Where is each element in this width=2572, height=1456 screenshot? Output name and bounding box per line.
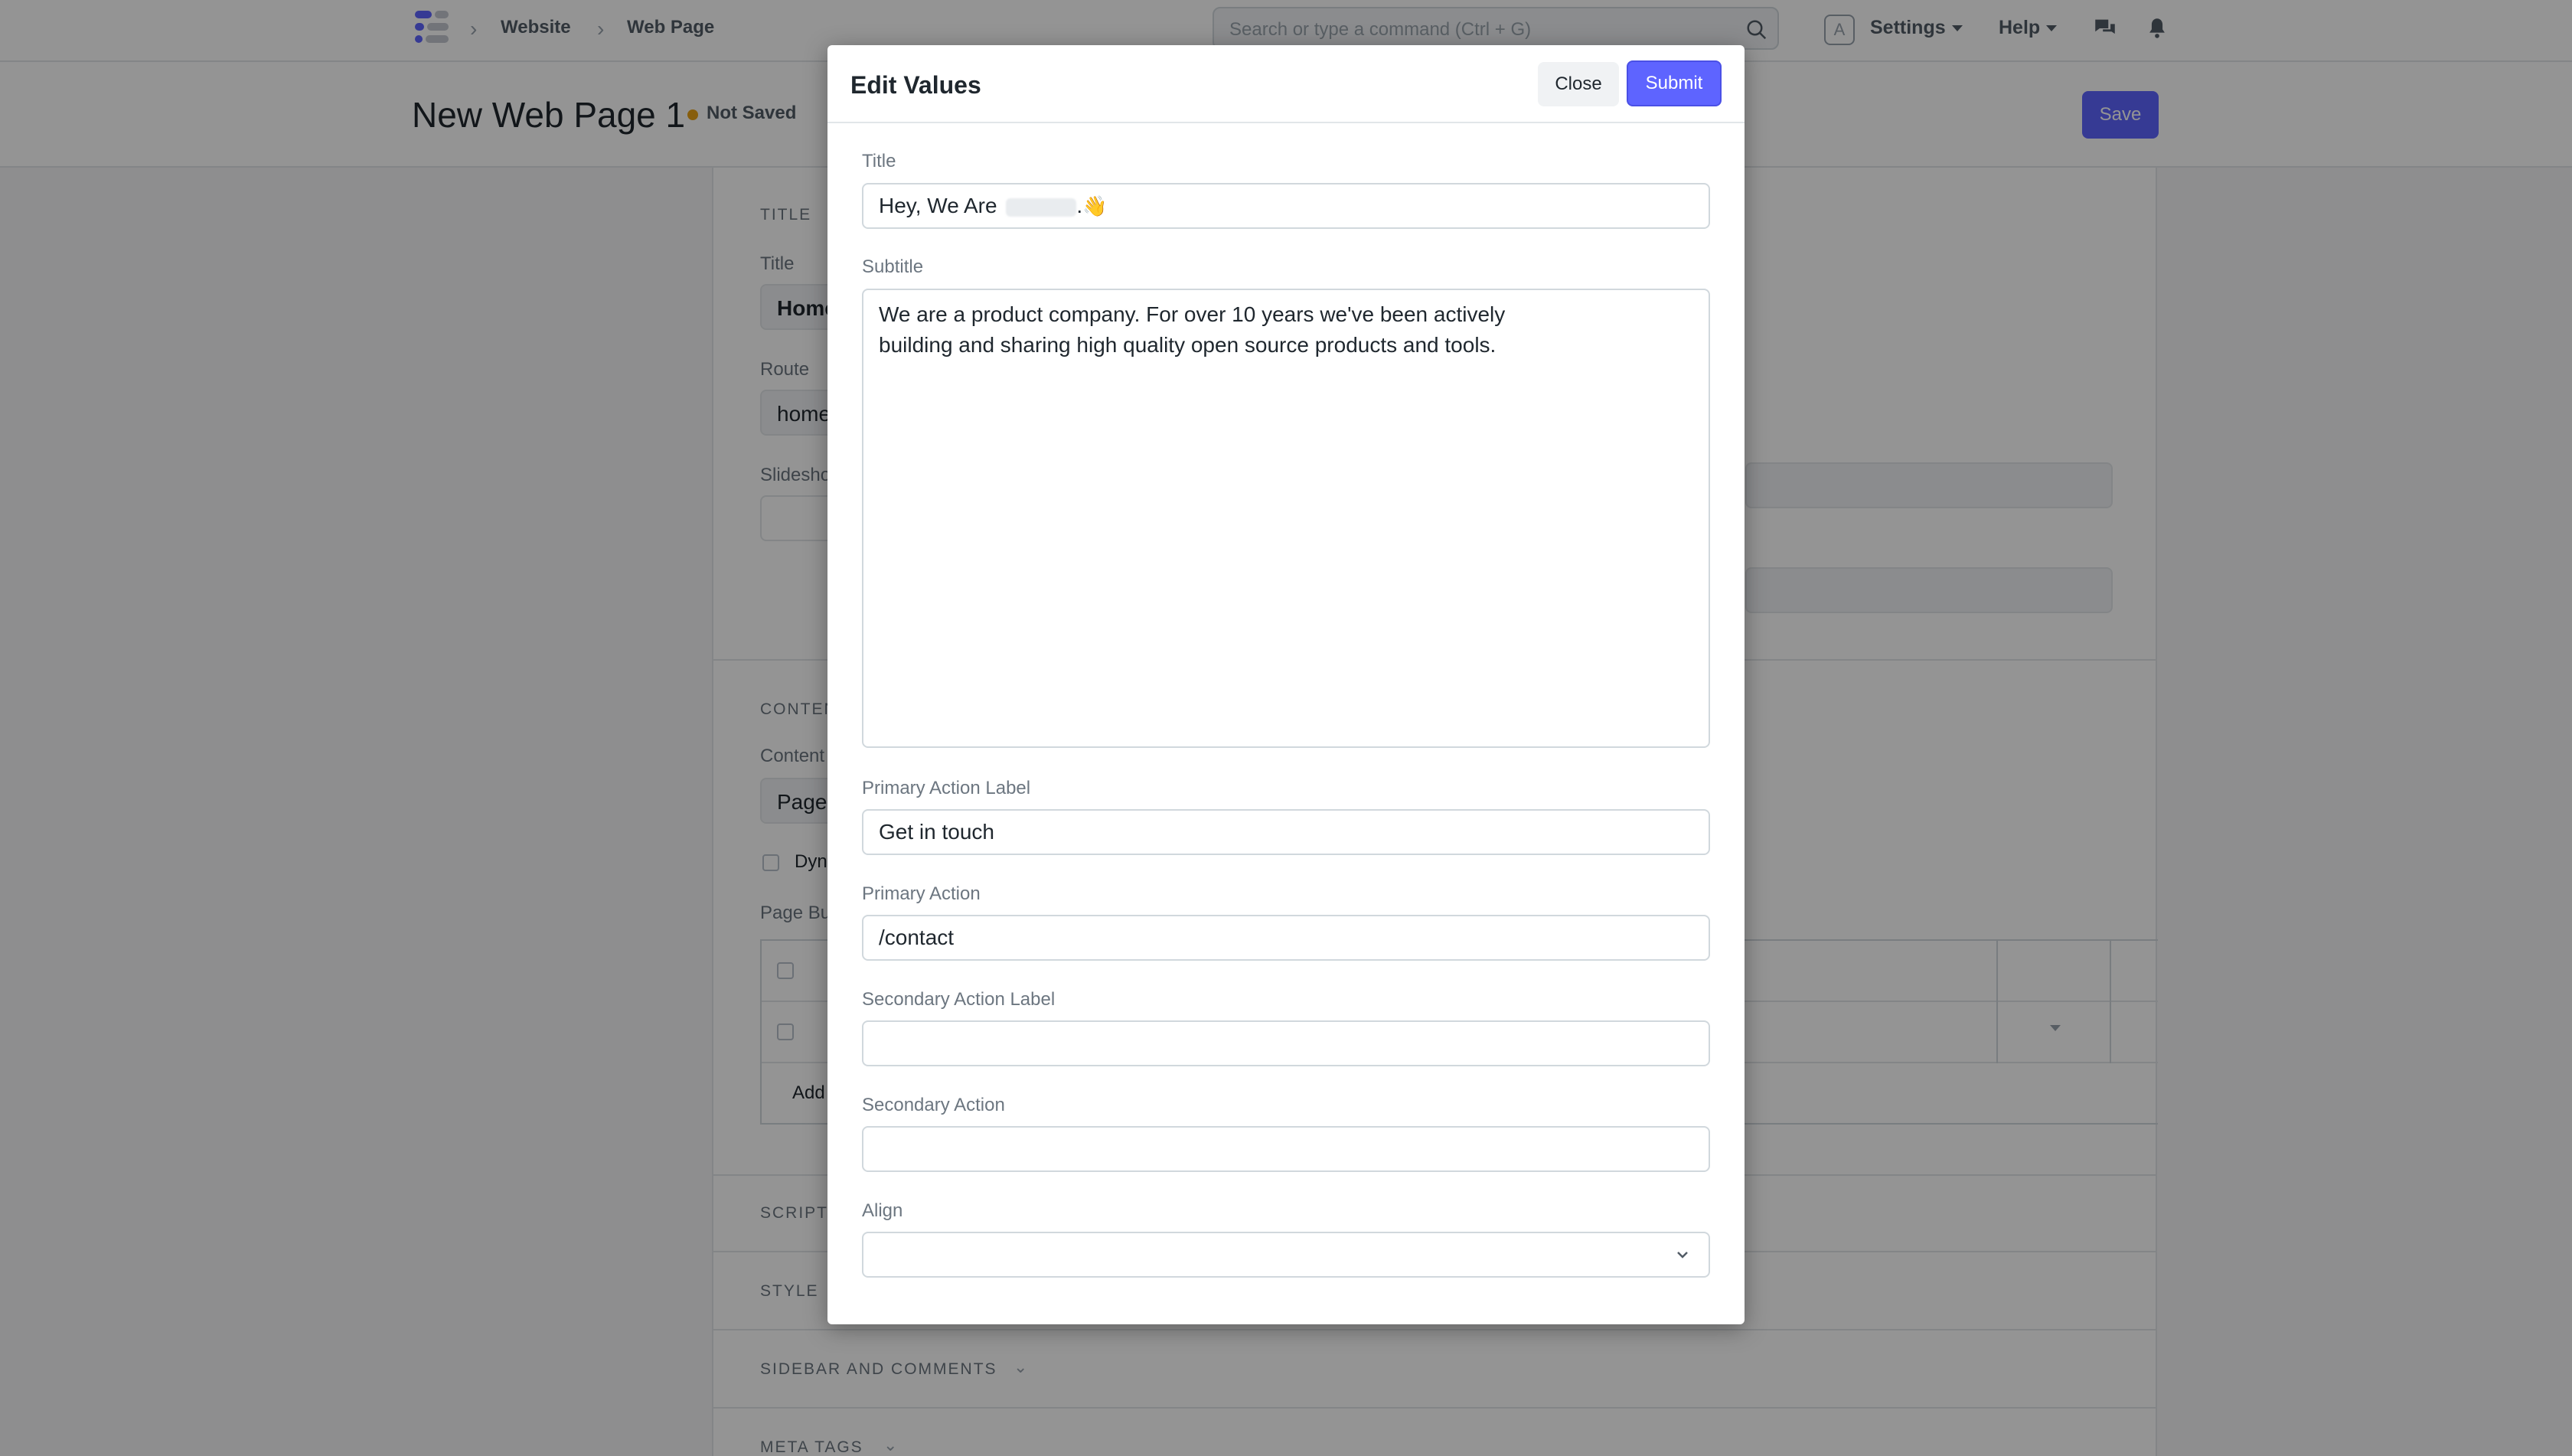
secondary-action-field-label: Secondary Action bbox=[862, 1095, 1005, 1115]
chevron-down-icon bbox=[1677, 1252, 1688, 1258]
modal-header: Edit Values Close Submit bbox=[827, 45, 1745, 123]
align-label: Align bbox=[862, 1200, 903, 1221]
modal-title: Edit Values bbox=[850, 71, 981, 99]
close-button[interactable]: Close bbox=[1538, 62, 1619, 106]
secondary-action-label-label: Secondary Action Label bbox=[862, 989, 1056, 1010]
subtitle-line: building and sharing high quality open s… bbox=[879, 333, 1497, 357]
redacted-name bbox=[1006, 198, 1077, 217]
title-value-prefix: Hey, We Are bbox=[879, 194, 997, 217]
secondary-action-input[interactable] bbox=[862, 1126, 1710, 1172]
primary-action-label-input[interactable]: Get in touch bbox=[862, 809, 1710, 855]
edit-values-dialog: Edit Values Close Submit Title Hey, We A… bbox=[827, 45, 1745, 1324]
primary-action-input[interactable]: /contact bbox=[862, 915, 1710, 961]
align-select[interactable] bbox=[862, 1232, 1710, 1278]
title-input[interactable]: Hey, We Are .👋 bbox=[862, 183, 1710, 229]
waving-hand-emoji: 👋 bbox=[1082, 194, 1108, 217]
primary-action-field-label: Primary Action bbox=[862, 883, 981, 904]
title-label: Title bbox=[862, 151, 896, 171]
title-value-suffix: . bbox=[1076, 194, 1083, 217]
subtitle-textarea[interactable]: We are a product company. For over 10 ye… bbox=[862, 289, 1710, 748]
secondary-action-label-input[interactable] bbox=[862, 1020, 1710, 1066]
submit-button[interactable]: Submit bbox=[1627, 60, 1722, 106]
subtitle-line: We are a product company. For over 10 ye… bbox=[879, 302, 1506, 326]
subtitle-label: Subtitle bbox=[862, 256, 924, 277]
primary-action-label-label: Primary Action Label bbox=[862, 778, 1031, 798]
